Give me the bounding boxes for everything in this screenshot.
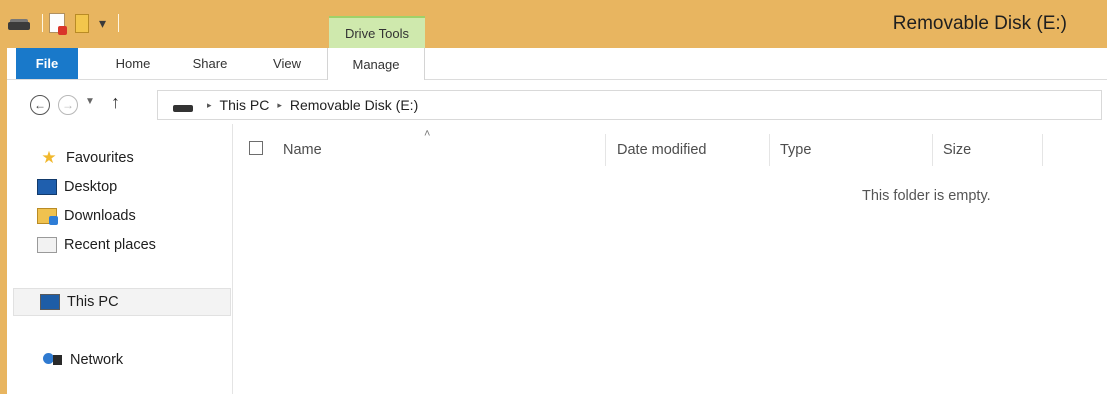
nav-item-label: This PC xyxy=(67,294,119,310)
customize-dropdown-icon[interactable]: ▾ xyxy=(99,16,106,30)
breadcrumb-removable-disk[interactable]: Removable Disk (E:) xyxy=(290,97,418,113)
downloads-icon xyxy=(37,208,58,225)
properties-icon[interactable] xyxy=(49,13,67,35)
nav-item-favourites[interactable]: ★ Favourites xyxy=(39,146,134,170)
nav-item-desktop[interactable]: Desktop xyxy=(37,175,117,199)
breadcrumb-separator-icon[interactable]: ▸ xyxy=(277,100,282,111)
empty-folder-message: This folder is empty. xyxy=(862,188,991,204)
toolbar-separator xyxy=(118,14,120,32)
nav-item-label: Network xyxy=(70,352,124,368)
computer-icon xyxy=(40,294,60,310)
desktop-icon xyxy=(37,179,57,195)
forward-button[interactable]: → xyxy=(58,95,78,115)
forward-arrow-icon: → xyxy=(62,98,74,112)
nav-item-this-pc[interactable]: This PC xyxy=(13,288,231,316)
window-title: Removable Disk (E:) xyxy=(892,13,1067,34)
tab-view[interactable]: View xyxy=(257,48,317,79)
back-arrow-icon: ← xyxy=(34,98,46,112)
tab-manage[interactable]: Manage xyxy=(327,48,425,80)
tab-file[interactable]: File xyxy=(16,48,78,79)
nav-item-label: Recent places xyxy=(64,237,156,253)
column-header-type[interactable]: Type xyxy=(780,135,811,165)
navigation-pane: ★ Favourites Desktop Downloads Recent pl… xyxy=(7,124,233,394)
star-icon: ★ xyxy=(41,148,57,167)
toolbar-separator xyxy=(42,14,43,32)
sort-ascending-icon: ˄ xyxy=(424,128,431,140)
column-header-size[interactable]: Size xyxy=(943,135,971,165)
breadcrumb-this-pc[interactable]: This PC xyxy=(220,97,270,113)
breadcrumb-separator-icon[interactable]: ▸ xyxy=(207,100,212,111)
column-header-name[interactable]: Name xyxy=(283,135,322,165)
tab-share[interactable]: Share xyxy=(180,48,240,79)
nav-item-recent-places[interactable]: Recent places xyxy=(37,233,156,257)
column-header-date-modified[interactable]: Date modified xyxy=(617,135,706,165)
drive-icon[interactable] xyxy=(8,19,30,30)
new-folder-icon[interactable] xyxy=(75,13,89,33)
up-arrow-icon[interactable]: ↑ xyxy=(111,92,120,113)
back-button[interactable]: ← xyxy=(30,95,50,115)
nav-item-label: Downloads xyxy=(64,208,136,224)
address-bar[interactable]: ▸ This PC ▸ Removable Disk (E:) xyxy=(157,90,1102,120)
column-divider[interactable] xyxy=(1042,134,1043,166)
quick-access-toolbar: ▾ xyxy=(8,10,125,36)
ribbon-tab-bar: File Home Share View Manage xyxy=(0,48,1107,80)
nav-item-network[interactable]: Network xyxy=(43,348,123,372)
recent-places-icon xyxy=(37,237,57,253)
navigation-bar: ← → ▼ ↑ ▸ This PC ▸ Removable Disk (E:) xyxy=(7,89,1107,123)
nav-item-label: Desktop xyxy=(64,179,118,195)
nav-item-downloads[interactable]: Downloads xyxy=(37,204,136,228)
column-divider[interactable] xyxy=(932,134,933,166)
drive-icon xyxy=(173,104,193,112)
drive-tools-contextual-label: Drive Tools xyxy=(329,16,425,48)
select-all-checkbox[interactable] xyxy=(249,141,263,155)
column-divider[interactable] xyxy=(605,134,606,166)
recent-locations-dropdown-icon[interactable]: ▼ xyxy=(85,96,95,107)
network-icon xyxy=(43,352,63,368)
window-border xyxy=(0,48,7,394)
column-divider[interactable] xyxy=(769,134,770,166)
title-bar: ▾ Drive Tools Removable Disk (E:) xyxy=(0,0,1107,48)
tab-home[interactable]: Home xyxy=(103,48,163,79)
file-explorer-window: ▾ Drive Tools Removable Disk (E:) File H… xyxy=(0,0,1107,394)
nav-item-label: Favourites xyxy=(66,150,134,166)
